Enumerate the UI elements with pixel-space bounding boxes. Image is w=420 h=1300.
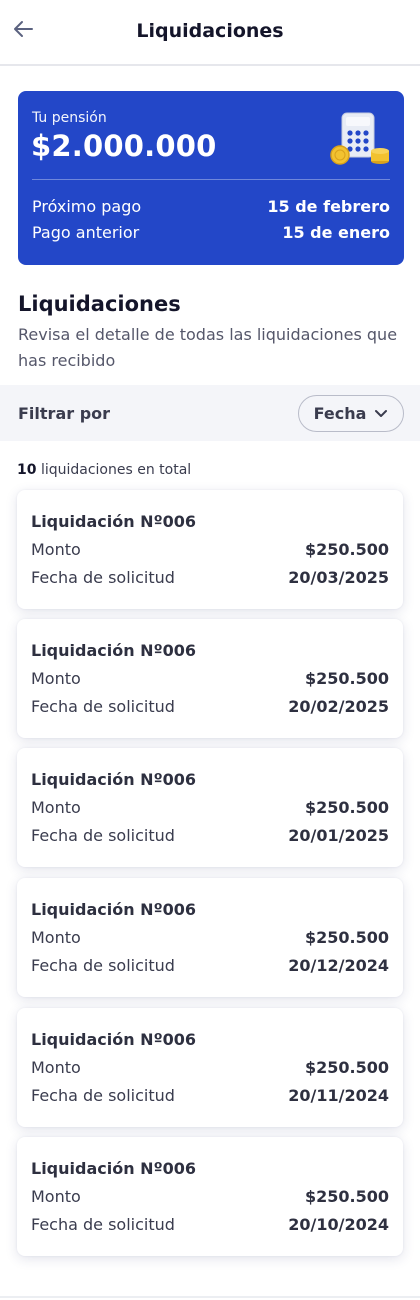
previous-payment-label: Pago anterior bbox=[32, 223, 140, 242]
settlement-card[interactable]: Liquidación Nº006 Monto $250.500 Fecha de… bbox=[17, 1137, 403, 1256]
date-value: 20/01/2025 bbox=[288, 826, 389, 845]
settlement-amount-row: Monto $250.500 bbox=[31, 798, 389, 817]
date-label: Fecha de solicitud bbox=[31, 697, 175, 716]
settlements-total: 10 liquidaciones en total bbox=[17, 462, 191, 478]
settlement-date-row: Fecha de solicitud 20/12/2024 bbox=[31, 956, 389, 975]
amount-label: Monto bbox=[31, 1187, 81, 1206]
date-label: Fecha de solicitud bbox=[31, 1086, 175, 1105]
date-value: 20/03/2025 bbox=[288, 568, 389, 587]
previous-payment-value: 15 de enero bbox=[282, 223, 390, 242]
amount-label: Monto bbox=[31, 669, 81, 688]
settlement-title: Liquidación Nº006 bbox=[31, 1030, 196, 1049]
amount-value: $250.500 bbox=[304, 928, 389, 947]
next-payment-row: Próximo pago 15 de febrero bbox=[32, 197, 390, 216]
page-title: Liquidaciones bbox=[136, 20, 284, 42]
previous-payment-row: Pago anterior 15 de enero bbox=[32, 223, 390, 242]
amount-value: $250.500 bbox=[304, 1058, 389, 1077]
amount-value: $250.500 bbox=[304, 669, 389, 688]
bottom-divider bbox=[0, 1296, 420, 1298]
settlement-date-row: Fecha de solicitud 20/03/2025 bbox=[31, 568, 389, 587]
settlement-amount-row: Monto $250.500 bbox=[31, 1187, 389, 1206]
settlement-date-row: Fecha de solicitud 20/11/2024 bbox=[31, 1086, 389, 1105]
settlement-amount-row: Monto $250.500 bbox=[31, 928, 389, 947]
date-label: Fecha de solicitud bbox=[31, 956, 175, 975]
date-label: Fecha de solicitud bbox=[31, 1215, 175, 1234]
calculator-coins-icon bbox=[330, 112, 389, 165]
date-label: Fecha de solicitud bbox=[31, 568, 175, 587]
amount-label: Monto bbox=[31, 540, 81, 559]
filter-selected-value: Fecha bbox=[313, 404, 367, 423]
settlement-title: Liquidación Nº006 bbox=[31, 770, 196, 789]
settlements-total-text: liquidaciones en total bbox=[40, 462, 192, 478]
section-title: Liquidaciones bbox=[18, 292, 181, 316]
settlement-card[interactable]: Liquidación Nº006 Monto $250.500 Fecha de… bbox=[17, 619, 403, 738]
settlement-title: Liquidación Nº006 bbox=[31, 512, 196, 531]
pension-summary-card: Tu pensión $2.000.000 Próximo pago 15 de… bbox=[18, 91, 404, 265]
pension-label: Tu pensión bbox=[32, 110, 107, 126]
amount-label: Monto bbox=[31, 1058, 81, 1077]
settlement-amount-row: Monto $250.500 bbox=[31, 669, 389, 688]
settlement-card[interactable]: Liquidación Nº006 Monto $250.500 Fecha de… bbox=[17, 1008, 403, 1127]
date-value: 20/11/2024 bbox=[288, 1086, 389, 1105]
amount-value: $250.500 bbox=[304, 540, 389, 559]
date-value: 20/12/2024 bbox=[288, 956, 389, 975]
date-label: Fecha de solicitud bbox=[31, 826, 175, 845]
settlement-date-row: Fecha de solicitud 20/01/2025 bbox=[31, 826, 389, 845]
settlement-title: Liquidación Nº006 bbox=[31, 900, 196, 919]
settlements-count: 10 bbox=[17, 462, 37, 478]
settlement-card[interactable]: Liquidación Nº006 Monto $250.500 Fecha de… bbox=[17, 490, 403, 609]
settlement-date-row: Fecha de solicitud 20/02/2025 bbox=[31, 697, 389, 716]
settlement-date-row: Fecha de solicitud 20/10/2024 bbox=[31, 1215, 389, 1234]
amount-label: Monto bbox=[31, 928, 81, 947]
settlement-card[interactable]: Liquidación Nº006 Monto $250.500 Fecha de… bbox=[17, 878, 403, 997]
filter-label: Filtrar por bbox=[18, 404, 111, 423]
settlement-amount-row: Monto $250.500 bbox=[31, 1058, 389, 1077]
top-app-bar: Liquidaciones bbox=[0, 0, 420, 66]
filter-bar: Filtrar por Fecha bbox=[0, 385, 420, 441]
settlement-title: Liquidación Nº006 bbox=[31, 1159, 196, 1178]
pension-divider bbox=[32, 179, 390, 180]
settlement-amount-row: Monto $250.500 bbox=[31, 540, 389, 559]
filter-dropdown[interactable]: Fecha bbox=[298, 395, 404, 432]
pension-amount: $2.000.000 bbox=[31, 129, 217, 163]
next-payment-value: 15 de febrero bbox=[267, 197, 390, 216]
settlement-card[interactable]: Liquidación Nº006 Monto $250.500 Fecha de… bbox=[17, 748, 403, 867]
date-value: 20/02/2025 bbox=[288, 697, 389, 716]
amount-label: Monto bbox=[31, 798, 81, 817]
next-payment-label: Próximo pago bbox=[32, 197, 142, 216]
amount-value: $250.500 bbox=[304, 798, 389, 817]
date-value: 20/10/2024 bbox=[288, 1215, 389, 1234]
settlement-title: Liquidación Nº006 bbox=[31, 641, 196, 660]
section-description: Revisa el detalle de todas las liquidaci… bbox=[18, 325, 398, 370]
chevron-down-icon bbox=[375, 410, 388, 417]
amount-value: $250.500 bbox=[304, 1187, 389, 1206]
